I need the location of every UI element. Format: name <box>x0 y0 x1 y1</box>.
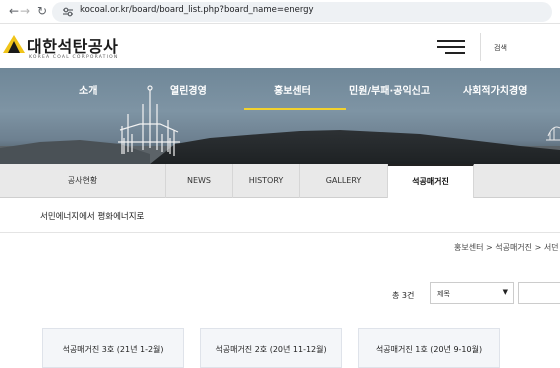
tab-magazine[interactable]: 석공매거진 <box>388 164 474 198</box>
total-count: 총 3건 <box>392 291 415 300</box>
card-title[interactable]: 석공매거진 2호 (20년 11-12월) <box>201 343 341 356</box>
tab-gallery[interactable]: GALLERY <box>300 164 388 198</box>
gnb-social-value[interactable]: 사회적가치경영 <box>463 82 527 97</box>
logo-subtext: KOREA COAL CORPORATION <box>29 55 119 60</box>
card-title[interactable]: 석공매거진 1호 (20년 9-10월) <box>359 343 499 356</box>
search-field-select[interactable]: 제목 ▼ <box>430 282 514 304</box>
tab-history[interactable]: HISTORY <box>233 164 300 198</box>
reload-icon[interactable]: ↻ <box>34 3 50 19</box>
forward-arrow-icon[interactable]: → <box>17 3 33 19</box>
hero-banner: 소개 열린경영 홍보센터 민원/부패·공익신고 사회적가치경영 <box>0 68 560 164</box>
sub-tabs: 공사현황 NEWS HISTORY GALLERY 석공매거진 <box>0 164 560 198</box>
dropdown-arrow-icon: ▼ <box>502 288 508 296</box>
gnb-intro[interactable]: 소개 <box>79 82 97 97</box>
gnb-pr-center[interactable]: 홍보센터 <box>274 82 311 97</box>
kocoal-logo-icon[interactable] <box>2 34 26 54</box>
gnb-open-management[interactable]: 열린경영 <box>170 82 207 97</box>
tab-company-status[interactable]: 공사현황 <box>0 164 166 198</box>
magazine-card[interactable]: 석공매거진 2호 (20년 11-12월) <box>200 328 342 368</box>
magazine-card[interactable]: 석공매거진 3호 (21년 1-2월) <box>42 328 184 368</box>
breadcrumb[interactable]: 홍보센터 > 석공매거진 > 서던 <box>454 242 559 253</box>
site-settings-icon[interactable] <box>62 6 74 18</box>
logo-text[interactable]: 대한석탄공사 <box>27 33 118 57</box>
page-description: 서민에너지에서 평화에너지로 <box>40 212 145 222</box>
browser-toolbar: ← → ↻ kocoal.or.kr/board/board_list.php?… <box>0 0 560 24</box>
board-search-input[interactable] <box>518 282 560 304</box>
active-menu-indicator <box>244 108 346 110</box>
card-title[interactable]: 석공매거진 3호 (21년 1-2월) <box>43 343 183 356</box>
site-header: 대한석탄공사 KOREA COAL CORPORATION 검색 <box>0 24 560 68</box>
select-value: 제목 <box>437 290 450 298</box>
url-text[interactable]: kocoal.or.kr/board/board_list.php?board_… <box>80 5 314 15</box>
divider <box>0 232 560 233</box>
menu-hamburger-icon[interactable] <box>437 40 465 56</box>
header-search[interactable]: 검색 <box>480 33 560 61</box>
search-label[interactable]: 검색 <box>494 43 507 53</box>
gnb-civil-complaint[interactable]: 민원/부패·공익신고 <box>349 82 430 97</box>
tab-news[interactable]: NEWS <box>166 164 233 198</box>
magazine-card[interactable]: 석공매거진 1호 (20년 9-10월) <box>358 328 500 368</box>
